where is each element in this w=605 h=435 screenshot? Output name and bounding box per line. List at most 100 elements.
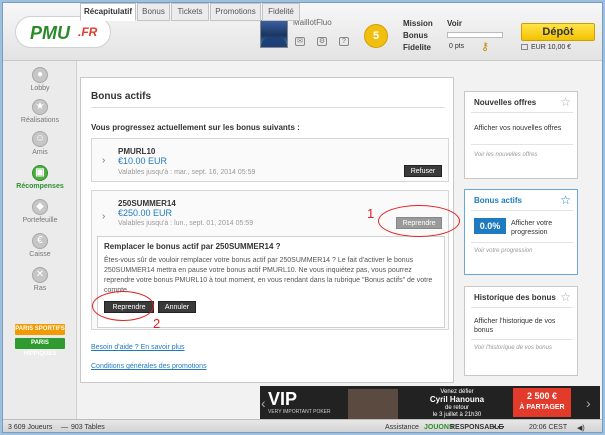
sound-icon[interactable]: ◀): [577, 424, 585, 432]
euro-icon: €: [32, 233, 48, 249]
panel-link[interactable]: Voir votre progression: [474, 248, 532, 254]
clock: 20:06 CEST: [529, 424, 568, 431]
bonus-amount: €250.00 EUR: [118, 208, 173, 218]
sidebar-item-amis[interactable]: ☺ Amis: [3, 131, 77, 156]
divider: [471, 307, 573, 308]
tab-fidelite[interactable]: Fidelité: [262, 3, 300, 21]
fidelite-label: Fidelite: [403, 43, 432, 52]
players-count: 3 609 Joueurs: [8, 424, 53, 431]
annotation-number-2: 2: [153, 316, 161, 331]
voir-link[interactable]: Voir: [447, 19, 462, 28]
sidebar-item-label: Portefeuille: [22, 217, 58, 224]
bonus-name: PMURL10: [118, 147, 156, 156]
sidebar-item-realisations[interactable]: ★ Réalisations: [3, 99, 77, 124]
bonus-card-pmurl10[interactable]: › PMURL10 €10.00 EUR Valables jusqu'à : …: [91, 138, 449, 182]
tab-tickets[interactable]: Tickets: [171, 3, 209, 21]
points-value: 0 pts: [449, 43, 465, 50]
bonus-expiry: Valables jusqu'à : lun., sept. 01, 2014 …: [118, 220, 254, 227]
promo-photo: [348, 389, 398, 419]
help-icon[interactable]: ?: [339, 37, 349, 46]
lobby-icon: ●: [32, 67, 48, 83]
tab-recapitulatif[interactable]: Récapitulatif: [80, 3, 136, 21]
depot-button[interactable]: Dépôt: [521, 23, 595, 41]
sidebar-item-label: Lobby: [30, 85, 50, 92]
panel-nouvelles-offres[interactable]: Nouvelles offres ☆ Afficher vos nouvelle…: [464, 91, 578, 179]
page-title: Bonus actifs: [91, 91, 152, 102]
progress-percent: 0.0%: [474, 218, 506, 234]
annuler-button[interactable]: Annuler: [158, 301, 196, 313]
status-icons: ▪ ▪ ▪: [493, 424, 505, 431]
confirm-title: Remplacer le bonus actif par 250SUMMER14…: [104, 242, 281, 251]
banner-line3: de retour: [444, 405, 469, 411]
panel-title: Nouvelles offres: [474, 98, 537, 107]
conditions-link[interactable]: Conditions générales des promotions: [91, 363, 207, 370]
tools-icon: ✕: [32, 267, 48, 283]
settings-icon[interactable]: ⚙: [317, 37, 327, 46]
sidebar-item-label: Réalisations: [20, 117, 60, 124]
banner-line4: le 3 juillet à 21h30: [432, 412, 482, 418]
star-icon[interactable]: ☆: [560, 95, 571, 109]
star-icon[interactable]: ☆: [560, 193, 571, 207]
paris-sportifs-button[interactable]: PARIS SPORTIFS: [15, 324, 65, 335]
wallet-icon: ◆: [32, 199, 48, 215]
chevron-left-icon[interactable]: ‹: [261, 395, 266, 411]
sidebar-item-portefeuille[interactable]: ◆ Portefeuille: [3, 199, 77, 224]
sidebar-item-caisse[interactable]: € Caisse: [3, 233, 77, 258]
sidebar-item-label: Amis: [32, 149, 48, 156]
confirm-dialog: Remplacer le bonus actif par 250SUMMER14…: [97, 236, 445, 328]
panel-link[interactable]: Voir les nouvelles offres: [474, 152, 537, 158]
key-icon[interactable]: ⚷: [481, 40, 489, 53]
panel-historique[interactable]: Historique des bonus ☆ Afficher l'histor…: [464, 286, 578, 376]
bonus-label: Bonus: [403, 31, 428, 40]
annotation-number-1: 1: [367, 206, 375, 221]
help-link[interactable]: Besoin d'aide ? En savoir plus: [91, 344, 185, 351]
panel-bonus-actifs[interactable]: Bonus actifs ☆ 0.0% Afficher votre progr…: [464, 189, 578, 275]
sidebar: ● Lobby ★ Réalisations ☺ Amis ▣ Récompenses …: [3, 61, 77, 419]
separator: —: [61, 424, 68, 431]
sidebar-item-label: Ras: [33, 285, 47, 292]
star-icon[interactable]: ☆: [560, 290, 571, 304]
refuser-button[interactable]: Refuser: [404, 165, 442, 177]
tab-bonus[interactable]: Bonus: [137, 3, 170, 21]
mail-icon[interactable]: ✉: [295, 37, 305, 46]
chevron-right-icon[interactable]: ›: [102, 211, 105, 222]
prize-badge: 2 500 € À PARTAGER: [513, 388, 571, 417]
assistance-link[interactable]: Assistance: [385, 424, 419, 431]
prize-amount: 2 500 €: [526, 391, 558, 401]
paris-hippiques-button[interactable]: PARIS HIPPIQUES: [15, 338, 65, 357]
banner-line2: Cyril Hanouna: [429, 395, 485, 404]
confirm-text: Êtes-vous sûr de vouloir remplacer votre…: [104, 257, 433, 294]
divider: [471, 144, 573, 145]
panel-text: Afficher votre progression: [511, 220, 553, 236]
gift-icon: ▣: [32, 165, 48, 181]
divider: [471, 339, 573, 340]
panel-text: Afficher vos nouvelles offres: [474, 125, 562, 132]
balance-value: EUR 10,00 €: [531, 44, 572, 51]
sidebar-item-lobby[interactable]: ● Lobby: [3, 67, 77, 92]
wallet-icon: [521, 44, 528, 51]
vip-logo: VIP: [268, 389, 298, 409]
tab-promotions[interactable]: Promotions: [210, 3, 261, 21]
sidebar-item-recompenses[interactable]: ▣ Récompenses: [3, 165, 77, 190]
coin-badge[interactable]: 5: [364, 24, 388, 48]
bonus-amount: €10.00 EUR: [118, 156, 168, 166]
banner-text: Venez défier Cyril Hanouna de retour le …: [421, 389, 493, 419]
divider: [471, 112, 573, 113]
panel-text: Afficher l'historique de vos bonus: [474, 318, 556, 334]
divider: [471, 210, 573, 211]
divider: [91, 107, 445, 108]
sidebar-item-ras[interactable]: ✕ Ras: [3, 267, 77, 292]
vip-subtitle: VERY IMPORTANT POKER: [268, 409, 331, 415]
chevron-right-icon[interactable]: ›: [102, 155, 105, 166]
chevron-right-icon[interactable]: ›: [586, 395, 591, 411]
avatar[interactable]: [260, 20, 288, 48]
bonus-expiry: Valables jusqu'à : mar., sept. 16, 2014 …: [118, 169, 256, 176]
panel-title: Bonus actifs: [474, 196, 523, 205]
mission-label: Mission: [403, 19, 433, 28]
app-window: PMU .FR MaillotFluo ✉ ⚙ ? 5 Mission Voir…: [2, 2, 603, 433]
panel-title: Historique des bonus: [474, 293, 556, 302]
divider: [471, 242, 573, 243]
logo-suffix: .FR: [78, 25, 98, 39]
annotation-oval-1: [378, 205, 460, 237]
panel-link[interactable]: Voir l'historique de vos bonus: [474, 345, 552, 351]
